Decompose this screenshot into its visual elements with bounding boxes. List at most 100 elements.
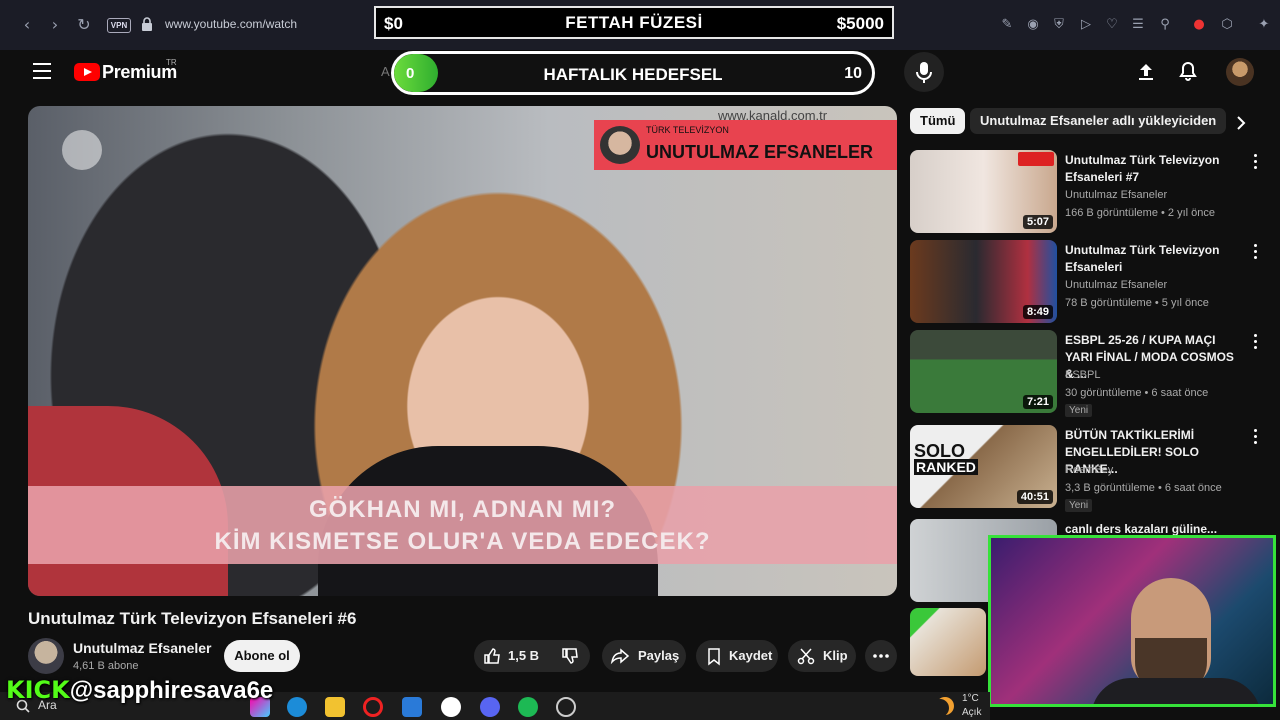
weather-desc[interactable]: Açık [962, 707, 981, 718]
cube-icon[interactable]: ⬡ [1218, 16, 1236, 34]
video-duration: 40:51 [1016, 490, 1053, 504]
video-title: Unutulmaz Türk Televizyon Efsaneleri #6 [28, 609, 357, 628]
video-meta: 3,3 B görüntüleme • 6 saat önce [1065, 482, 1222, 494]
mail-icon[interactable] [402, 697, 422, 717]
video-title[interactable]: Unutulmaz Türk Televizyon Efsaneleri #7 [1065, 152, 1245, 186]
video-thumbnail[interactable]: 8:49 [910, 240, 1057, 323]
channel-bug-logo [62, 130, 102, 170]
opera-taskbar-icon[interactable] [363, 697, 383, 717]
recommendation-item[interactable]: SOLO RANKED 40:51 BÜTÜN TAKTİKLERİMİ ENG… [910, 425, 1270, 512]
lock-icon [142, 17, 152, 31]
thumbs-up-icon [484, 648, 500, 664]
more-vertical-icon[interactable] [1254, 334, 1258, 350]
scissors-icon [797, 648, 815, 665]
reload-icon[interactable]: ↻ [73, 14, 95, 36]
watermark-title: UNUTULMAZ EFSANELER [646, 142, 873, 162]
address-bar[interactable]: www.youtube.com/watch [165, 17, 297, 31]
thumbs-down-icon [562, 648, 578, 664]
watermark-avatar [600, 126, 640, 164]
subscribe-button[interactable]: Abone ol [224, 640, 300, 672]
forward-icon[interactable]: › [44, 14, 66, 36]
region-code: TR [166, 58, 177, 67]
opera-icon[interactable]: ● [1190, 16, 1208, 34]
channel-name[interactable]: Unutulmaz Efsaneler [73, 640, 211, 656]
save-label: Kaydet [729, 648, 773, 663]
video-meta: 78 B görüntüleme • 5 yıl önce [1065, 297, 1209, 309]
bell-icon[interactable] [1176, 60, 1200, 84]
channel-avatar[interactable] [28, 638, 64, 674]
bookmark-icon [708, 648, 720, 666]
save-button[interactable]: Kaydet [696, 640, 778, 672]
donation-bar: $0 FETTAH FÜZESİ $5000 [374, 6, 894, 39]
moon-icon [936, 697, 954, 715]
share-button[interactable]: Paylaş [602, 640, 686, 672]
donation-target: $5000 [836, 14, 884, 33]
weekly-goal-bar: 0 HAFTALIK HEDEFSEL 10 [391, 51, 875, 95]
thumbnail-logo [1018, 152, 1054, 166]
vpn-badge[interactable]: VPN [107, 18, 131, 33]
recommendation-item[interactable]: 5:07 Unutulmaz Türk Televizyon Efsaneler… [910, 150, 1270, 236]
chevron-right-icon[interactable] [1232, 114, 1250, 132]
heart-icon[interactable]: ♡ [1103, 16, 1121, 34]
edit-icon[interactable]: ✎ [998, 16, 1016, 34]
video-channel[interactable]: Unutulmaz Efsaneler [1065, 189, 1167, 201]
video-channel[interactable]: ESBPL [1065, 369, 1100, 381]
aria-icon[interactable]: ✦ [1255, 16, 1273, 34]
upload-icon[interactable] [1134, 60, 1158, 84]
back-icon[interactable]: ‹ [16, 14, 38, 36]
subscriber-count: 4,61 B abone [73, 660, 139, 672]
goal-target: 10 [844, 65, 862, 82]
yandex-icon[interactable] [441, 697, 461, 717]
kick-username: @sapphiresava6e [69, 677, 274, 704]
bag-icon[interactable]: ⚲ [1156, 16, 1174, 34]
video-thumbnail[interactable] [910, 608, 986, 676]
dislike-button[interactable] [550, 640, 590, 672]
account-avatar[interactable] [1226, 58, 1254, 86]
share-label: Paylaş [638, 648, 680, 663]
menu-icon[interactable] [33, 63, 51, 79]
more-actions-button[interactable] [865, 640, 897, 672]
new-badge: Yeni [1065, 499, 1093, 512]
video-duration: 5:07 [1022, 215, 1053, 229]
weather-temp[interactable]: 1°C [962, 693, 979, 704]
search-input[interactable]: A [381, 64, 390, 79]
video-duration: 7:21 [1022, 395, 1053, 409]
more-vertical-icon[interactable] [1254, 429, 1258, 445]
more-horizontal-icon [873, 654, 889, 658]
shield-icon[interactable]: ⛨ [1050, 16, 1068, 34]
new-badge: Yeni [1065, 404, 1093, 417]
clip-button[interactable]: Klip [788, 640, 856, 672]
video-title[interactable]: Unutulmaz Türk Televizyon Efsaneleri [1065, 242, 1245, 276]
folder-icon[interactable] [325, 697, 345, 717]
more-vertical-icon[interactable] [1254, 154, 1258, 170]
thumbnail-text-ranked: RANKED [914, 459, 978, 475]
channel-watermark: TÜRK TELEVİZYON UNUTULMAZ EFSANELER [594, 120, 897, 170]
video-duration: 8:49 [1022, 305, 1053, 319]
streamer-webcam [988, 535, 1276, 707]
video-player[interactable]: www.kanald.com.tr TÜRK TELEVİZYON UNUTUL… [28, 106, 897, 596]
recommendation-item[interactable]: 8:49 Unutulmaz Türk Televizyon Efsaneler… [910, 240, 1270, 326]
subtitle-line-2: KİM KISMETSE OLUR'A VEDA EDECEK? [214, 528, 711, 555]
recommendation-item[interactable]: 7:21 ESBPL 25-26 / KUPA MAÇI YARI FİNAL … [910, 330, 1270, 417]
video-channel[interactable]: ReemBey [1065, 464, 1113, 476]
youtube-logo-icon[interactable] [74, 63, 100, 81]
spotify-icon[interactable] [518, 697, 538, 717]
video-thumbnail[interactable]: 7:21 [910, 330, 1057, 413]
list-icon[interactable]: ☰ [1129, 16, 1147, 34]
edge-icon[interactable] [287, 697, 307, 717]
video-channel[interactable]: Unutulmaz Efsaneler [1065, 279, 1167, 291]
play-icon[interactable]: ▷ [1077, 16, 1095, 34]
steam-icon[interactable] [556, 697, 576, 717]
more-vertical-icon[interactable] [1254, 244, 1258, 260]
camera-icon[interactable]: ◉ [1024, 16, 1042, 34]
discord-icon[interactable] [480, 697, 500, 717]
video-thumbnail[interactable]: 5:07 [910, 150, 1057, 233]
chip-all[interactable]: Tümü [910, 108, 966, 134]
clip-label: Klip [823, 648, 848, 663]
video-thumbnail[interactable]: SOLO RANKED 40:51 [910, 425, 1057, 508]
chip-from-uploader[interactable]: Unutulmaz Efsaneler adlı yükleyiciden [970, 108, 1227, 134]
watermark-subtitle: TÜRK TELEVİZYON [646, 125, 729, 135]
kick-logo: KICK [6, 676, 70, 704]
like-count: 1,5 B [508, 648, 540, 663]
voice-search-button[interactable] [904, 52, 944, 92]
